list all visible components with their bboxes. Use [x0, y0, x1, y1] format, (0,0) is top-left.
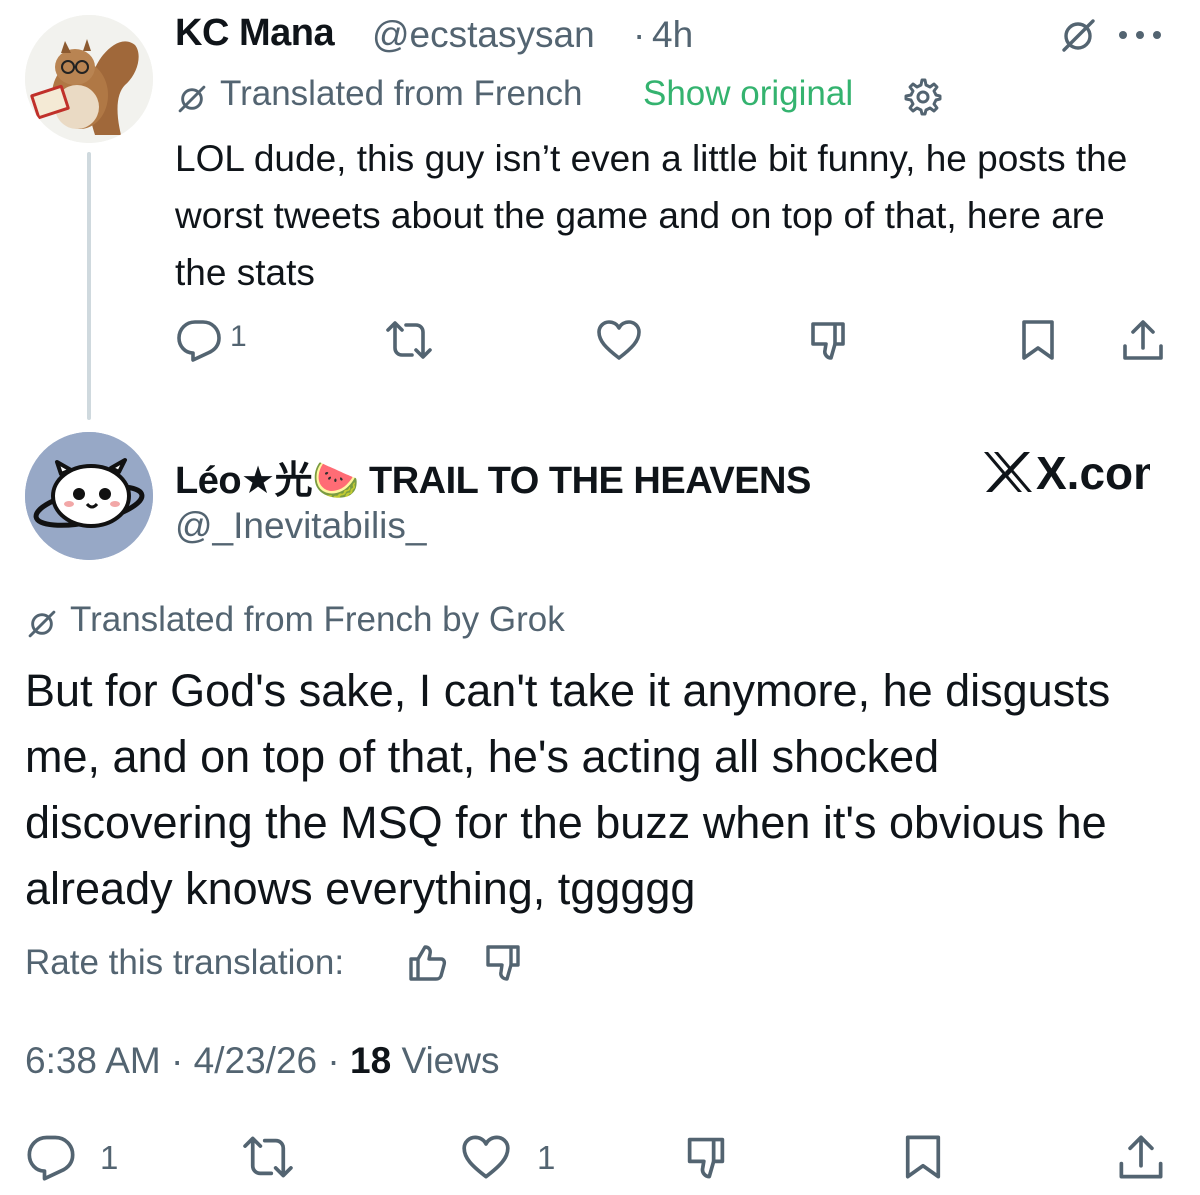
- grok-icon[interactable]: [680, 1133, 732, 1181]
- reply-count: 1: [100, 1139, 119, 1176]
- views-label: Views: [401, 1040, 500, 1081]
- more-icon[interactable]: [1115, 20, 1171, 50]
- share-icon[interactable]: [1115, 1133, 1167, 1181]
- reply-icon[interactable]: [25, 1133, 77, 1181]
- translation-label: Translated from French: [220, 74, 583, 113]
- cartoon-avatar-image: [25, 432, 153, 560]
- bookmark-icon[interactable]: [900, 1133, 946, 1181]
- translation-label: Translated from French by Grok: [70, 600, 565, 639]
- author-handle[interactable]: @ecstasysan: [372, 14, 595, 56]
- translate-icon: [175, 82, 209, 116]
- tweet-time[interactable]: 6:38 AM: [25, 1040, 161, 1081]
- separator-dot: ·: [633, 14, 646, 55]
- bookmark-icon[interactable]: [1018, 318, 1058, 362]
- author-name[interactable]: KC Mana: [175, 12, 335, 55]
- reply-icon[interactable]: [175, 318, 223, 362]
- squirrel-avatar-image: [25, 15, 153, 143]
- tweet-metadata: 6:38 AM · 4/23/26 · 18 Views: [25, 1040, 500, 1081]
- thread-connector-line: [87, 152, 91, 420]
- gear-icon[interactable]: [902, 76, 942, 116]
- reply-count: 1: [230, 320, 247, 353]
- thumbs-down-icon[interactable]: [482, 941, 526, 985]
- views-count: 18: [350, 1040, 392, 1081]
- avatar-kc-mana[interactable]: [25, 15, 153, 143]
- author-handle[interactable]: @_Inevitabilis_: [175, 505, 426, 547]
- retweet-icon[interactable]: [384, 318, 434, 362]
- grok-icon[interactable]: [805, 318, 851, 362]
- x-com-watermark: X.com: [980, 444, 1174, 505]
- retweet-icon[interactable]: [240, 1133, 296, 1181]
- tweet-body: LOL dude, this guy isn’t even a little b…: [175, 138, 1128, 293]
- rate-translation-label: Rate this translation:: [25, 943, 345, 982]
- like-count: 1: [537, 1139, 556, 1176]
- tweet-time[interactable]: 4h: [652, 14, 693, 56]
- like-icon[interactable]: [460, 1133, 512, 1181]
- author-name[interactable]: Léo★光🍉 TRAIL TO THE HEAVENS: [175, 449, 811, 504]
- show-original-link[interactable]: Show original: [643, 74, 853, 114]
- share-icon[interactable]: [1120, 318, 1166, 362]
- like-icon[interactable]: [596, 318, 642, 362]
- tweet-date[interactable]: 4/23/26: [194, 1040, 317, 1081]
- grok-icon[interactable]: [1058, 16, 1098, 56]
- thumbs-up-icon[interactable]: [405, 941, 449, 985]
- tweet-body: But for God's sake, I can't take it anym…: [25, 665, 1111, 914]
- translate-icon: [25, 607, 59, 641]
- avatar-leo[interactable]: [25, 432, 153, 560]
- x-com-text: X.com: [1036, 447, 1150, 499]
